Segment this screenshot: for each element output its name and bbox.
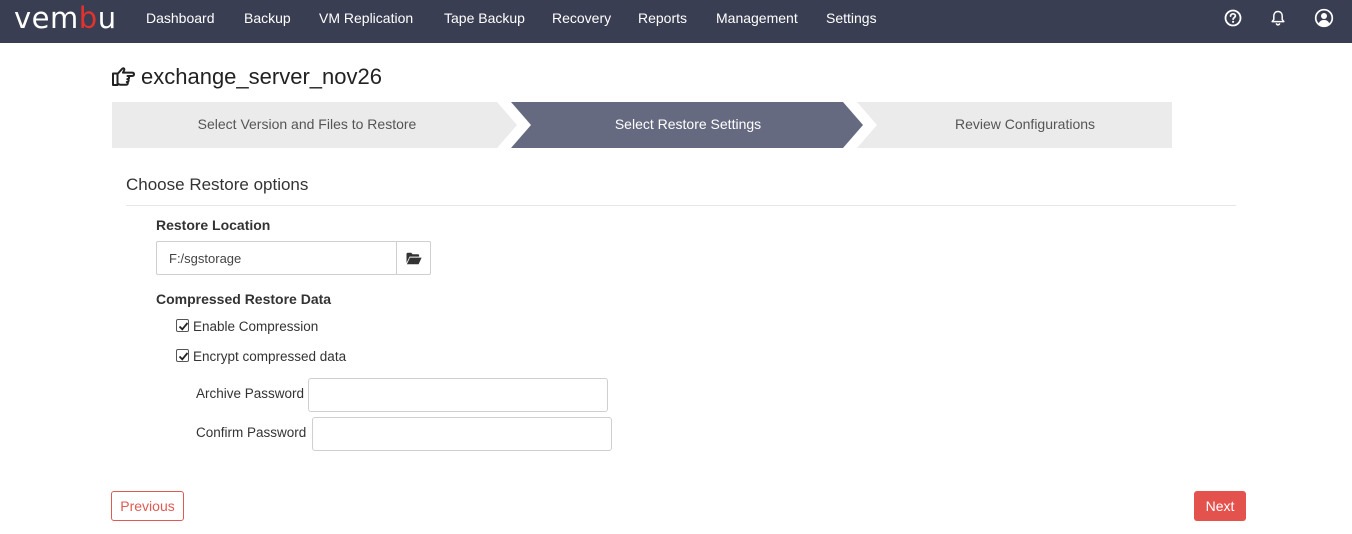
restore-location-label: Restore Location [156, 217, 271, 233]
nav-vm-replication[interactable]: VM Replication [319, 0, 413, 43]
restore-wizard-steps: Select Version and Files to Restore Sele… [112, 102, 1172, 148]
wizard-step-review-configurations[interactable]: Review Configurations [869, 102, 1181, 148]
archive-password-input[interactable] [308, 378, 608, 412]
archive-password-label: Archive Password [196, 386, 305, 401]
wizard-step-restore-settings[interactable]: Select Restore Settings [517, 102, 859, 148]
nav-recovery[interactable]: Recovery [552, 0, 611, 43]
section-divider [126, 205, 1236, 206]
nav-management[interactable]: Management [716, 0, 798, 43]
wizard-step-select-version[interactable]: Select Version and Files to Restore [112, 102, 502, 148]
folder-open-icon [406, 252, 422, 265]
encrypt-compressed-label[interactable]: Encrypt compressed data [193, 348, 346, 366]
vembu-logo[interactable]: vembu [14, 3, 117, 33]
nav-dashboard[interactable]: Dashboard [146, 0, 215, 43]
nav-backup[interactable]: Backup [244, 0, 291, 43]
confirm-password-input[interactable] [312, 417, 612, 451]
nav-tape-backup[interactable]: Tape Backup [444, 0, 525, 43]
help-icon[interactable] [1223, 8, 1243, 28]
enable-compression-label[interactable]: Enable Compression [193, 318, 318, 336]
next-button[interactable]: Next [1194, 491, 1246, 521]
page-title: exchange_server_nov26 [141, 64, 382, 89]
section-title: Choose Restore options [126, 175, 309, 194]
user-icon[interactable] [1314, 8, 1334, 28]
browse-folder-button[interactable] [396, 241, 431, 275]
nav-reports[interactable]: Reports [638, 0, 687, 43]
checkmark-icon [178, 322, 189, 331]
checkmark-icon [178, 352, 189, 361]
confirm-password-label: Confirm Password [196, 425, 307, 440]
hand-pointing-icon [112, 67, 135, 86]
top-navigation-bar: vembu Dashboard Backup VM Replication Ta… [0, 0, 1352, 43]
restore-location-input[interactable] [156, 241, 397, 275]
previous-button[interactable]: Previous [111, 491, 184, 521]
enable-compression-checkbox[interactable] [176, 319, 189, 332]
encrypt-compressed-checkbox[interactable] [176, 349, 189, 362]
nav-settings[interactable]: Settings [826, 0, 877, 43]
compressed-restore-data-label: Compressed Restore Data [156, 291, 332, 307]
bell-icon[interactable] [1268, 8, 1288, 28]
